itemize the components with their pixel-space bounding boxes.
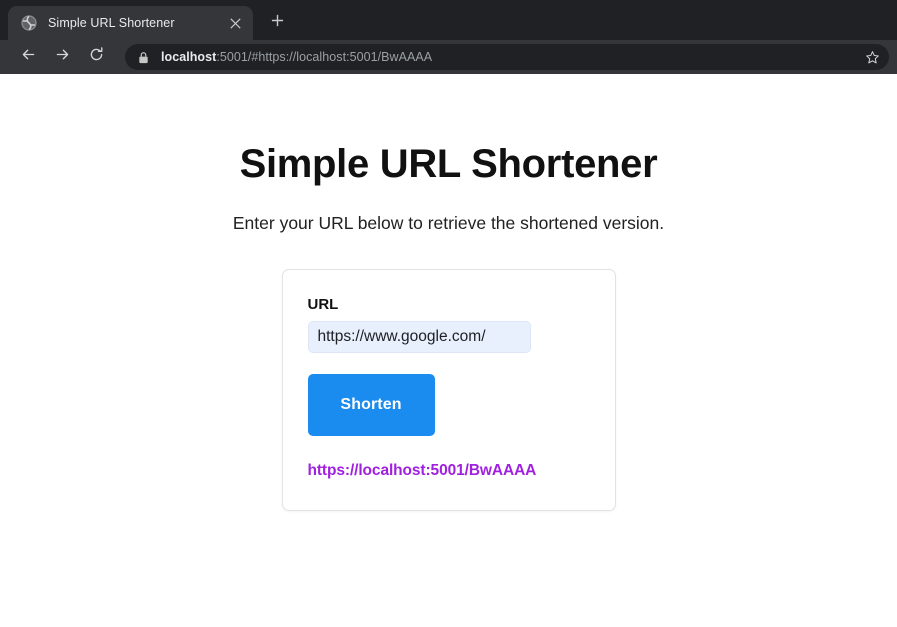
address-bar-path: :5001/#https://localhost:5001/BwAAAA [216,50,433,64]
address-bar[interactable]: localhost:5001/#https://localhost:5001/B… [125,44,889,70]
forward-button[interactable] [48,43,76,71]
star-icon[interactable] [859,44,885,70]
shortened-url-link[interactable]: https://localhost:5001/BwAAAA [308,462,537,480]
page-subtitle: Enter your URL below to retrieve the sho… [232,213,665,233]
globe-icon [21,15,37,31]
page-title: Simple URL Shortener [239,142,658,186]
close-icon[interactable] [225,13,245,33]
shorten-button[interactable]: Shorten [307,373,435,436]
tab-strip: Simple URL Shortener [0,0,897,40]
arrow-right-icon [54,46,71,68]
shortener-card: URL Shorten https://localhost:5001/BwAAA… [281,268,616,511]
url-input[interactable] [307,320,531,353]
plus-icon [271,14,284,32]
tab-title: Simple URL Shortener [48,16,175,30]
page-content: Simple URL Shortener Enter your URL belo… [0,74,897,511]
address-bar-host: localhost [161,50,217,64]
reload-icon [88,46,105,68]
url-field-label: URL [307,295,339,313]
arrow-left-icon [20,46,37,68]
browser-window: Simple URL Shortener localhost:5001/#htt… [0,0,897,627]
lock-icon [137,51,150,64]
reload-button[interactable] [82,43,110,71]
back-button[interactable] [14,43,42,71]
address-bar-url: localhost:5001/#https://localhost:5001/B… [161,50,859,64]
tab-simple-url-shortener[interactable]: Simple URL Shortener [8,6,253,40]
browser-toolbar: localhost:5001/#https://localhost:5001/B… [0,40,897,74]
new-tab-button[interactable] [263,9,291,37]
page-viewport: Simple URL Shortener Enter your URL belo… [0,74,897,627]
